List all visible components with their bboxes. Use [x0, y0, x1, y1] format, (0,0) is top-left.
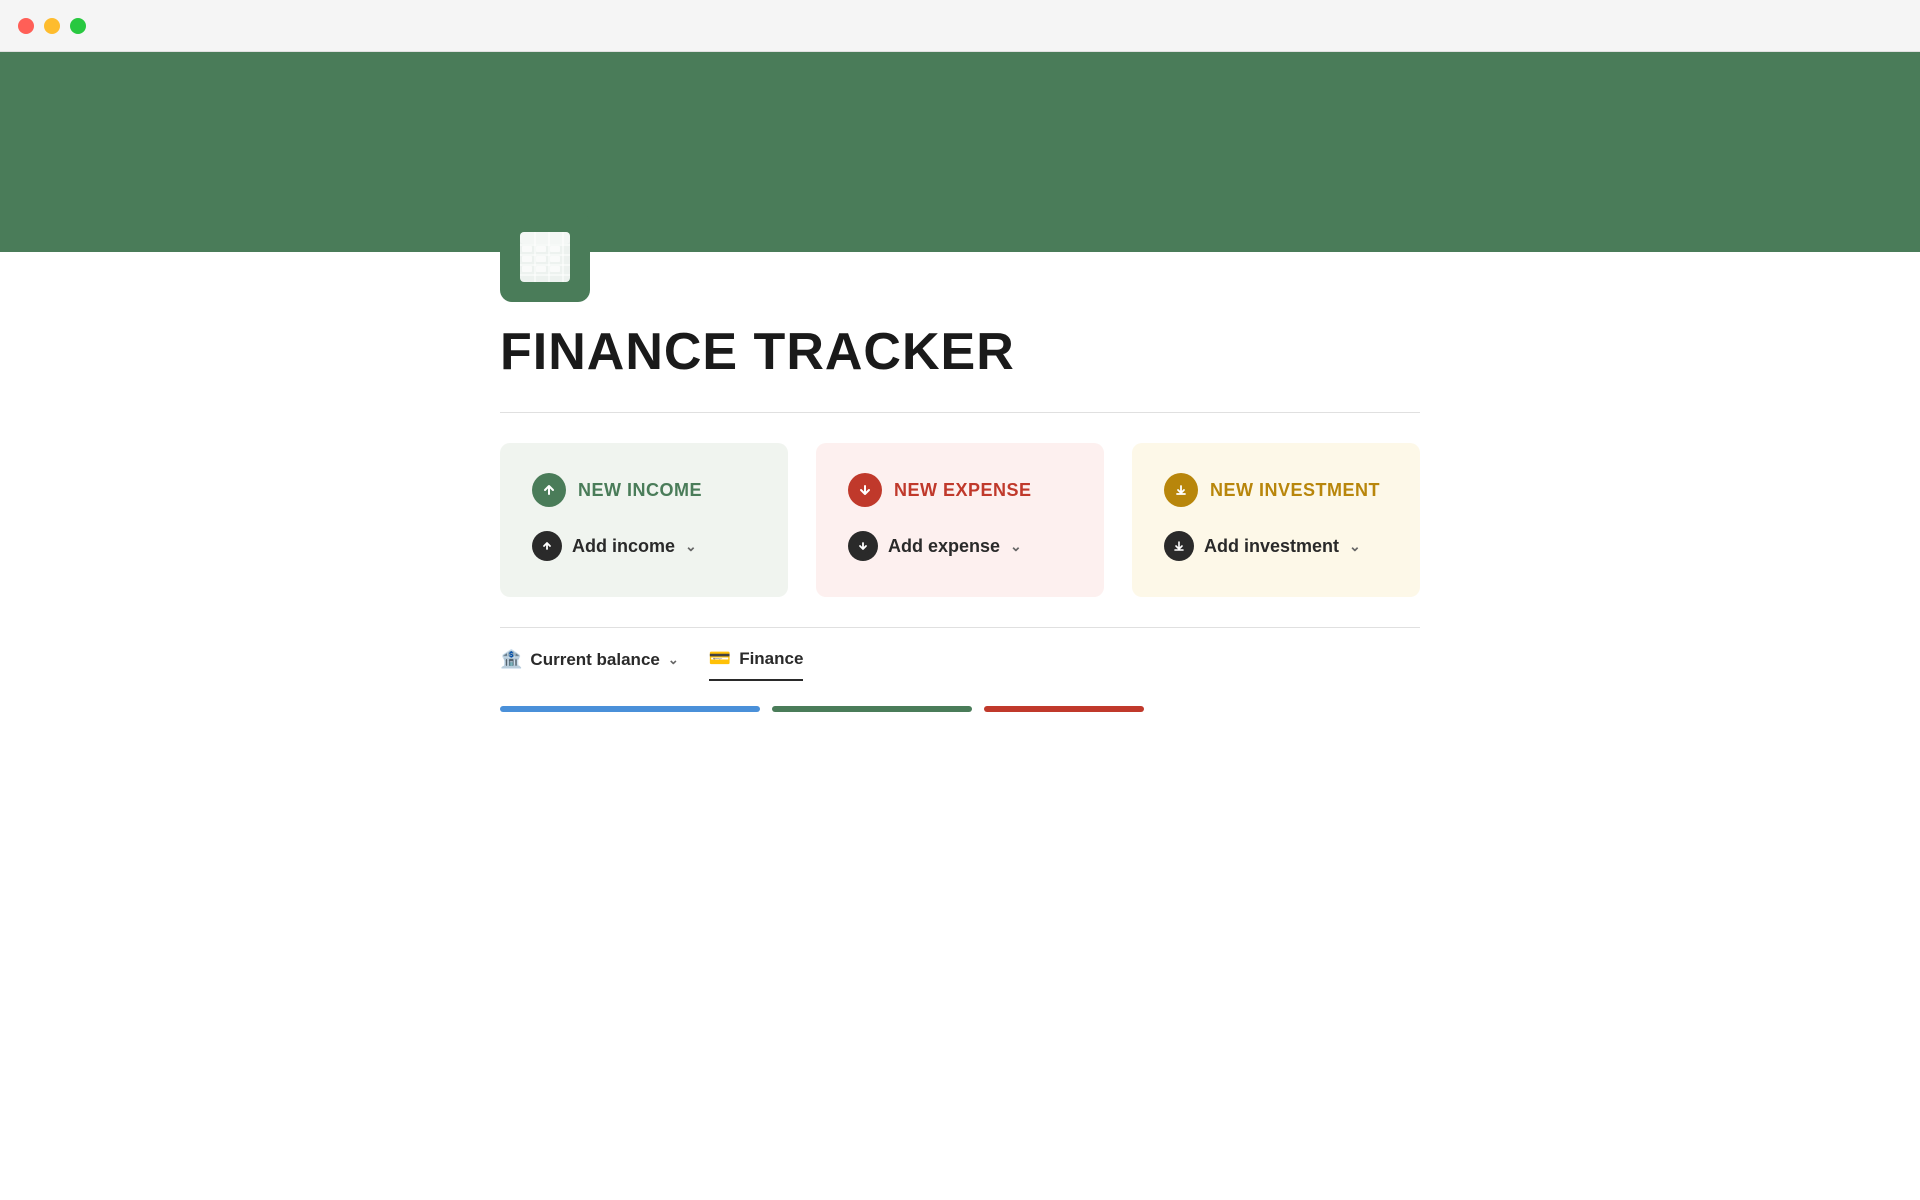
income-card-header: NEW INCOME [532, 473, 756, 507]
titlebar [0, 0, 1920, 52]
finance-tab-icon: 💳 [709, 648, 731, 669]
download-icon [1172, 481, 1190, 499]
circle-down-icon [855, 538, 871, 554]
add-expense-label: Add expense [888, 536, 1000, 557]
add-investment-label: Add investment [1204, 536, 1339, 557]
add-expense-button[interactable]: Add expense ⌄ [848, 531, 1072, 561]
expense-card-header: NEW EXPENSE [848, 473, 1072, 507]
page-title: FINANCE TRACKER [500, 322, 1420, 382]
title-divider [500, 412, 1420, 413]
circle-up-icon [539, 538, 555, 554]
add-income-label: Add income [572, 536, 675, 557]
finance-tab-label: Finance [739, 649, 803, 669]
add-investment-button[interactable]: Add investment ⌄ [1164, 531, 1388, 561]
close-button[interactable] [18, 18, 34, 34]
main-content: FINANCE TRACKER NEW INCOME [360, 212, 1560, 712]
income-chevron-icon: ⌄ [685, 538, 697, 555]
add-income-button[interactable]: Add income ⌄ [532, 531, 756, 561]
investment-card: NEW INVESTMENT Add investment ⌄ [1132, 443, 1420, 597]
tab-finance[interactable]: 💳 Finance [709, 648, 804, 681]
chart-bar-red [984, 706, 1144, 712]
chart-bar-green [772, 706, 972, 712]
balance-tab-label: Current balance [530, 650, 659, 670]
maximize-button[interactable] [70, 18, 86, 34]
add-investment-icon [1164, 531, 1194, 561]
balance-tab-chevron-icon: ⌄ [668, 652, 679, 668]
chart-preview [500, 701, 1420, 712]
investment-icon [1164, 473, 1198, 507]
income-card: NEW INCOME Add income ⌄ [500, 443, 788, 597]
income-card-title: NEW INCOME [578, 480, 702, 501]
income-icon [532, 473, 566, 507]
expense-icon [848, 473, 882, 507]
investment-card-header: NEW INVESTMENT [1164, 473, 1388, 507]
add-expense-icon [848, 531, 878, 561]
arrow-down-circle-icon [856, 481, 874, 499]
investment-card-title: NEW INVESTMENT [1210, 480, 1380, 501]
expense-chevron-icon: ⌄ [1010, 538, 1022, 555]
chart-bar-blue [500, 706, 760, 712]
spreadsheet-icon [516, 228, 574, 286]
arrow-up-icon [540, 481, 558, 499]
investment-chevron-icon: ⌄ [1349, 538, 1361, 555]
tab-current-balance[interactable]: 🏦 Current balance ⌄ [500, 649, 679, 680]
expense-card: NEW EXPENSE Add expense ⌄ [816, 443, 1104, 597]
bottom-divider [500, 627, 1420, 628]
cards-container: NEW INCOME Add income ⌄ [500, 443, 1420, 597]
expense-card-title: NEW EXPENSE [894, 480, 1032, 501]
app-icon [500, 212, 590, 302]
app-icon-wrapper [500, 212, 1420, 302]
tab-navigation: 🏦 Current balance ⌄ 💳 Finance [500, 648, 1420, 681]
minimize-button[interactable] [44, 18, 60, 34]
balance-tab-icon: 🏦 [500, 649, 522, 670]
download-circle-icon [1171, 538, 1187, 554]
add-income-icon [532, 531, 562, 561]
